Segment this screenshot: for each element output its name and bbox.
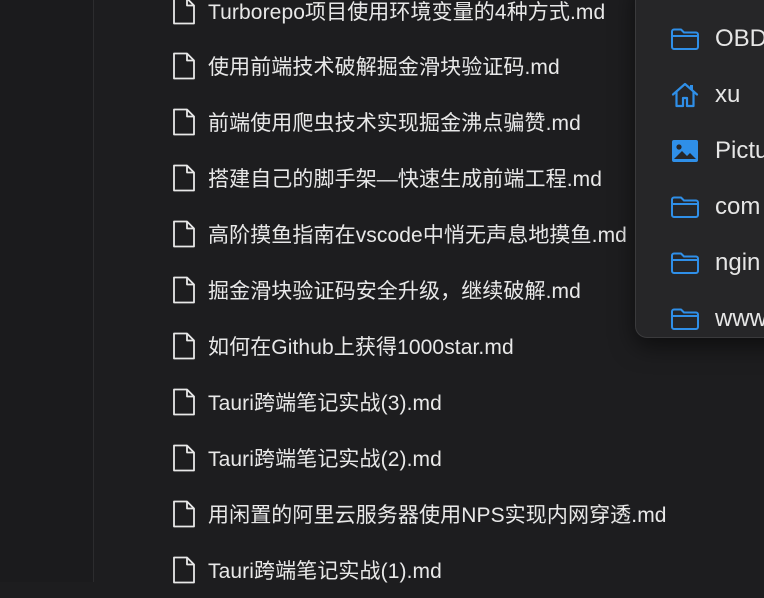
- popover-item-label: com: [715, 193, 761, 220]
- file-row[interactable]: Tauri跨端笔记实战(2).md: [93, 430, 764, 486]
- document-icon: [173, 52, 195, 80]
- document-icon: [173, 0, 195, 25]
- document-icon: [173, 556, 195, 584]
- home-icon: [671, 82, 699, 108]
- file-row[interactable]: Tauri跨端笔记实战(1).md: [93, 542, 764, 598]
- document-icon: [173, 220, 195, 248]
- file-name: 用闲置的阿里云服务器使用NPS实现内网穿透.md: [208, 504, 667, 527]
- file-name: 使用前端技术破解掘金滑块验证码.md: [208, 56, 560, 79]
- location-popover: OBD xu Pictu com ngin www: [635, 0, 764, 338]
- document-icon: [173, 388, 195, 416]
- file-name: Tauri跨端笔记实战(3).md: [208, 392, 442, 415]
- file-name: Tauri跨端笔记实战(1).md: [208, 560, 442, 583]
- file-name: 掘金滑块验证码安全升级，继续破解.md: [208, 280, 581, 303]
- file-name: 搭建自己的脚手架—快速生成前端工程.md: [208, 168, 603, 191]
- popover-item-ngin[interactable]: ngin: [636, 235, 764, 291]
- document-icon: [173, 444, 195, 472]
- document-icon: [173, 332, 195, 360]
- folder-icon: [671, 252, 699, 274]
- popover-item-label: ngin: [715, 249, 761, 276]
- folder-icon: [671, 28, 699, 50]
- file-name: 如何在Github上获得1000star.md: [208, 336, 514, 359]
- popover-item-label: Pictu: [715, 137, 764, 164]
- file-name: 高阶摸鱼指南在vscode中悄无声息地摸鱼.md: [208, 224, 627, 247]
- popover-item-pictures[interactable]: Pictu: [636, 123, 764, 179]
- pictures-icon: [672, 140, 698, 162]
- popover-item-www[interactable]: www: [636, 291, 764, 337]
- sidebar-pane: [0, 0, 94, 582]
- folder-icon: [671, 196, 699, 218]
- file-row[interactable]: 用闲置的阿里云服务器使用NPS实现内网穿透.md: [93, 486, 764, 542]
- file-row[interactable]: Tauri跨端笔记实战(3).md: [93, 374, 764, 430]
- document-icon: [173, 108, 195, 136]
- folder-icon: [671, 308, 699, 330]
- document-icon: [173, 276, 195, 304]
- popover-item-obd[interactable]: OBD: [636, 11, 764, 67]
- popover-item-label: OBD: [715, 25, 764, 52]
- popover-item-label: xu: [715, 81, 741, 108]
- popover-item-label: www: [715, 305, 764, 332]
- popover-item-home[interactable]: xu: [636, 67, 764, 123]
- file-name: Tauri跨端笔记实战(2).md: [208, 448, 442, 471]
- popover-item-com[interactable]: com: [636, 179, 764, 235]
- document-icon: [173, 164, 195, 192]
- file-name: 前端使用爬虫技术实现掘金沸点骗赞.md: [208, 112, 581, 135]
- document-icon: [173, 500, 195, 528]
- file-name: Turborepo项目使用环境变量的4种方式.md: [208, 1, 606, 24]
